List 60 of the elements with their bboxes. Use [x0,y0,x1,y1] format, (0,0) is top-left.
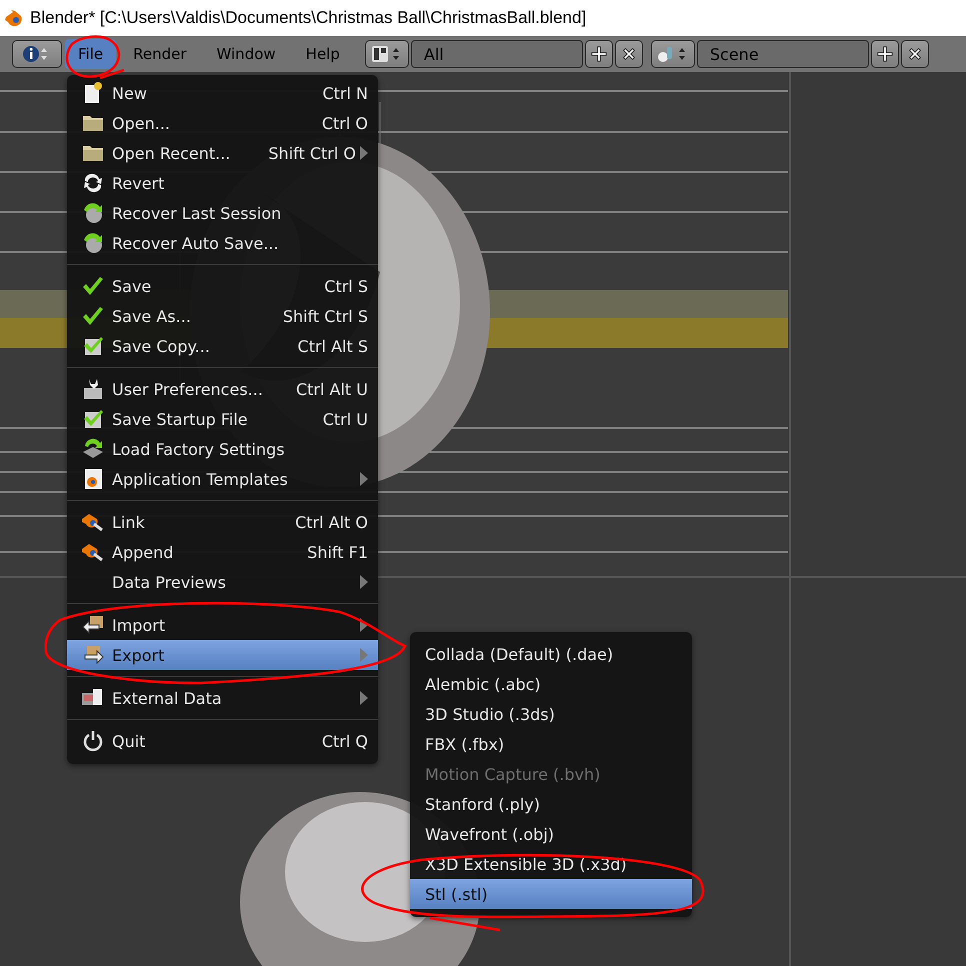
menu-item[interactable]: Stl (.stl) [410,879,692,909]
menu-item[interactable]: Save Copy... Ctrl Alt S [67,331,378,361]
menu-item[interactable]: Append Shift F1 [67,537,378,567]
blender-link-icon [81,512,105,532]
folder-icon [82,143,104,163]
menu-tab[interactable]: Render [120,39,200,69]
menu-item[interactable]: Application Templates [67,464,378,494]
blender-link-icon [81,542,105,562]
add-icon[interactable] [584,40,613,68]
menu-item[interactable]: Alembic (.abc) [410,669,692,699]
menu-item[interactable]: Open Recent... Shift Ctrl O [67,138,378,168]
menu-item[interactable]: Load Factory Settings [67,434,378,464]
menu-item[interactable]: Link Ctrl Alt O [67,507,378,537]
preferences-icon [82,378,104,400]
menu-item[interactable]: Quit Ctrl Q [67,726,378,756]
editor-type-button[interactable] [12,40,62,68]
close-icon[interactable] [900,40,929,68]
menu-item[interactable]: Save Ctrl S [67,271,378,301]
window-title: Blender* [C:\Users\Valdis\Documents\Christmas Ball\ChristmasBall.blend] [30,8,586,28]
menu-item[interactable]: Wavefront (.obj) [410,819,692,849]
menu-item[interactable]: New Ctrl N [67,78,378,108]
menu-tab[interactable]: Window [204,39,289,69]
menu-item[interactable]: Collada (Default) (.dae) [410,639,692,669]
menu-tab[interactable]: File [65,39,116,69]
template-icon [82,468,104,490]
menu-item[interactable]: Open... Ctrl O [67,108,378,138]
annotation-scribble [66,35,126,80]
layout-selector[interactable] [364,40,409,68]
recover-icon [82,202,104,224]
menu-item[interactable]: Recover Auto Save... [67,228,378,258]
revert-icon [82,173,104,193]
close-icon[interactable] [614,40,643,68]
menu-item[interactable]: External Data [67,683,378,713]
app-logo-icon [4,8,24,28]
recover-icon [82,232,104,254]
checked-document-icon [82,336,104,356]
menu-item[interactable]: Data Previews [67,567,378,597]
factory-reset-icon [82,438,104,460]
menu-item[interactable]: Recover Last Session [67,198,378,228]
menu-item[interactable]: Save As... Shift Ctrl S [67,301,378,331]
folder-icon [82,113,104,133]
layout-field[interactable]: All [410,40,583,68]
menu-item[interactable]: FBX (.fbx) [410,729,692,759]
checked-document-icon [82,409,104,429]
menu-item[interactable]: User Preferences... Ctrl Alt U [67,374,378,404]
menu-item[interactable]: Export [67,640,378,670]
scene-selector[interactable] [650,40,695,68]
scene-field[interactable]: Scene [696,40,869,68]
import-icon [81,615,105,635]
power-icon [82,730,104,752]
menu-item[interactable]: 3D Studio (.3ds) [410,699,692,729]
checkmark-icon [82,276,104,296]
menu-item[interactable]: Revert [67,168,378,198]
new-file-icon [83,82,103,104]
menu-item[interactable]: Save Startup File Ctrl U [67,404,378,434]
menu-tab[interactable]: Help [292,39,353,69]
add-icon[interactable] [870,40,899,68]
menu-item[interactable]: Import [67,610,378,640]
menu-item[interactable]: Stanford (.ply) [410,789,692,819]
checkmark-icon [82,306,104,326]
